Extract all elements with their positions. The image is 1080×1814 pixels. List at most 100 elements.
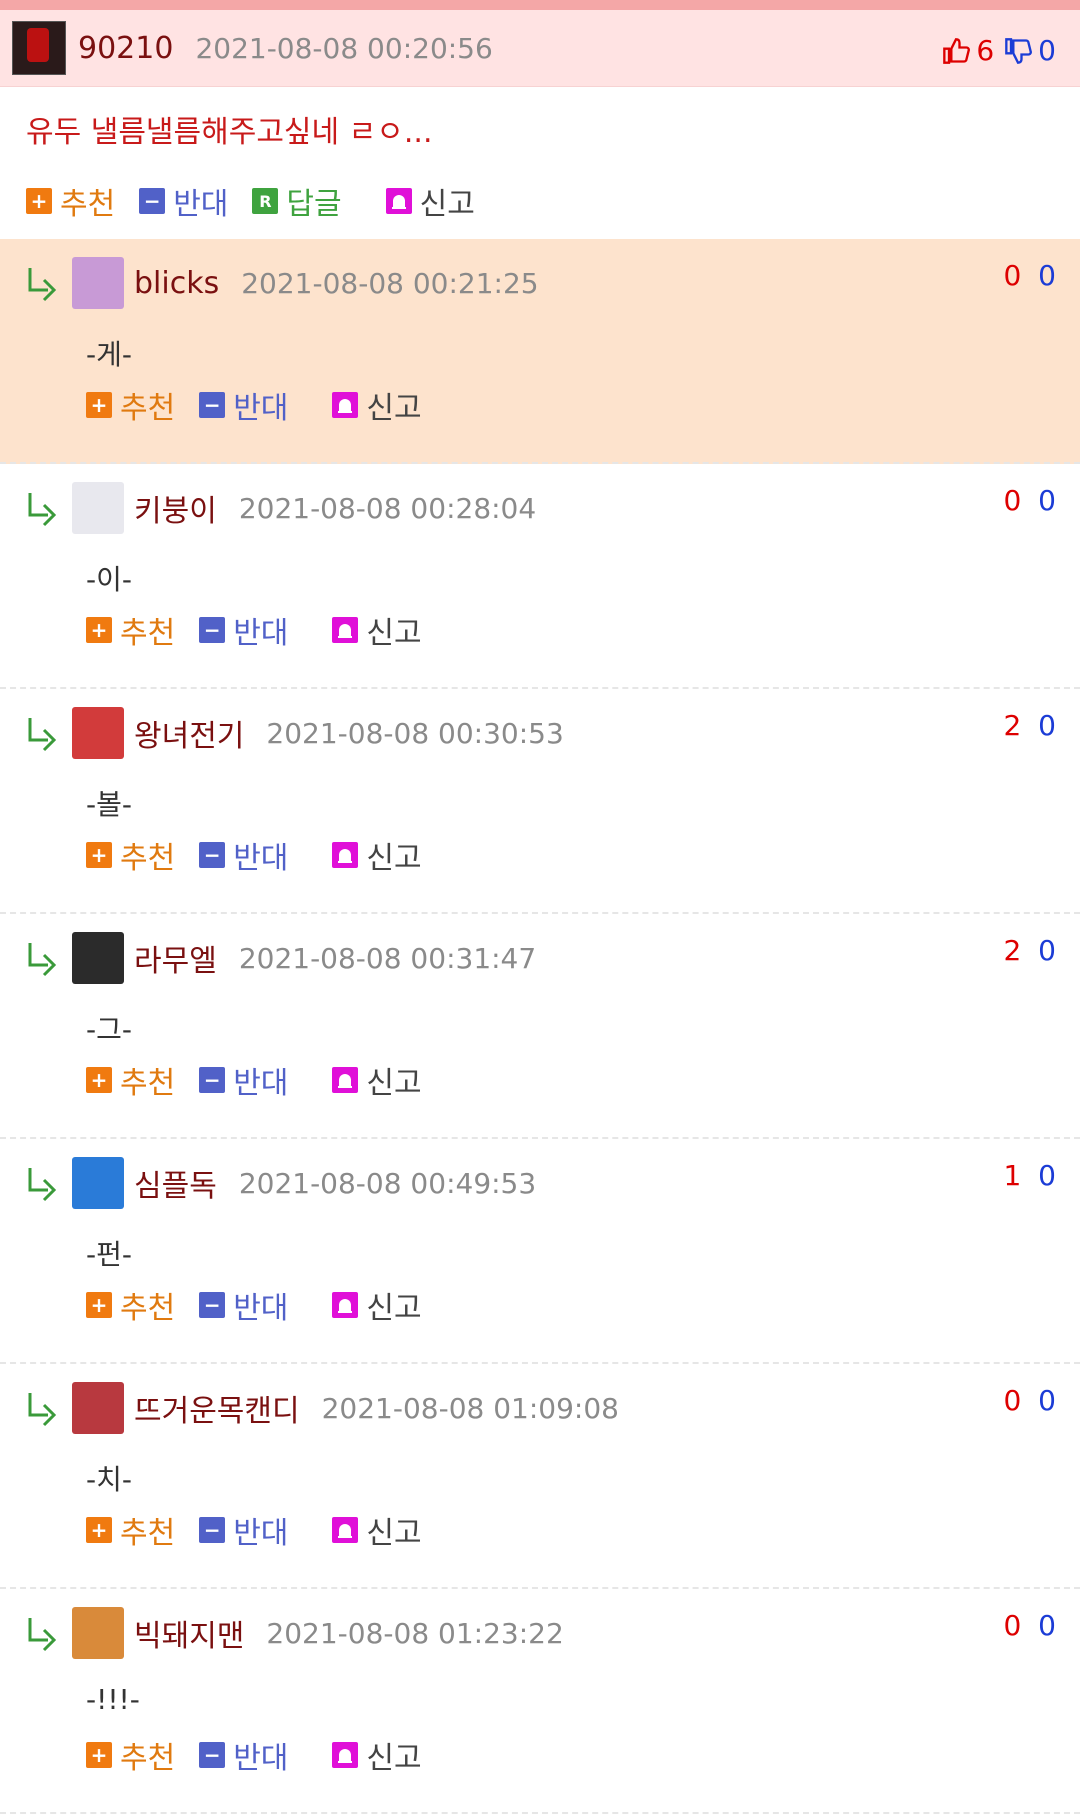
reply-author[interactable]: 키붕이 [134, 486, 217, 530]
oppose-button[interactable]: − 반대 [199, 1058, 288, 1102]
report-button[interactable]: 신고 [332, 833, 422, 877]
reply-timestamp: 2021-08-08 00:49:53 [238, 1166, 537, 1200]
report-label: 신고 [366, 1741, 422, 1776]
reply-item: 뜨거운목캔디 2021-08-08 01:09:08 0 0 -치- + 추천 … [0, 1364, 1080, 1589]
report-button[interactable]: 신고 [332, 1733, 422, 1777]
reply-up-count: 0 [1003, 259, 1022, 292]
reply-votes: 0 0 [1003, 1609, 1056, 1642]
reply-author[interactable]: 빅돼지맨 [134, 1611, 244, 1655]
reply-button[interactable]: R 답글 [252, 179, 342, 223]
reply-timestamp: 2021-08-08 00:31:47 [238, 941, 537, 975]
reply-author[interactable]: blicks [134, 266, 219, 301]
oppose-button[interactable]: − 반대 [199, 833, 288, 877]
oppose-button[interactable]: − 반대 [199, 383, 288, 427]
oppose-button[interactable]: − 반대 [199, 1508, 288, 1552]
report-button[interactable]: 신고 [332, 383, 422, 427]
oppose-button[interactable]: − 반대 [199, 608, 288, 652]
reply-item: 심플독 2021-08-08 00:49:53 1 0 -펀- + 추천 − 반… [0, 1139, 1080, 1364]
oppose-label: 반대 [233, 616, 289, 651]
reply-author[interactable]: 뜨거운목캔디 [134, 1386, 300, 1430]
avatar[interactable] [72, 257, 124, 309]
reply-arrow-icon [28, 718, 57, 752]
reply-down-count: 0 [1038, 934, 1056, 967]
reply-actions: + 추천 − 반대 신고 [0, 821, 1080, 877]
reply-votes: 2 0 [1003, 934, 1056, 967]
reply-timestamp: 2021-08-08 00:28:04 [238, 491, 537, 525]
reply-down-count: 0 [1038, 259, 1056, 292]
reply-text: -펀- [86, 1238, 132, 1271]
thumbs-down-icon[interactable] [1004, 37, 1033, 65]
oppose-label: 반대 [173, 187, 229, 222]
reply-label: 답글 [286, 187, 342, 222]
thumbs-up-icon[interactable] [942, 37, 971, 65]
reply-text: -치- [86, 1463, 132, 1496]
avatar[interactable] [72, 932, 124, 984]
avatar[interactable] [72, 1607, 124, 1659]
recommend-button[interactable]: + 추천 [86, 1508, 175, 1552]
avatar[interactable] [72, 1382, 124, 1434]
avatar[interactable] [12, 21, 66, 75]
report-label: 신고 [419, 187, 475, 222]
recommend-button[interactable]: + 추천 [26, 179, 115, 223]
reply-up-count: 0 [1003, 484, 1022, 517]
recommend-button[interactable]: + 추천 [86, 608, 175, 652]
minus-icon: − [199, 1742, 226, 1768]
report-label: 신고 [366, 616, 422, 651]
minus-icon: − [199, 1517, 226, 1543]
minus-icon: − [199, 842, 226, 868]
recommend-button[interactable]: + 추천 [86, 1733, 175, 1777]
reply-timestamp: 2021-08-08 00:21:25 [241, 266, 539, 300]
report-button[interactable]: 신고 [332, 1058, 422, 1102]
reply-text: -이- [86, 563, 132, 596]
reply-down-count: 0 [1038, 1159, 1056, 1192]
recommend-label: 추천 [60, 187, 116, 222]
reply-item: blicks 2021-08-08 00:21:25 0 0 -게- + 추천 … [0, 239, 1080, 464]
siren-icon [332, 392, 359, 418]
report-label: 신고 [366, 841, 422, 876]
minus-icon: − [139, 188, 166, 214]
report-button[interactable]: 신고 [385, 179, 475, 223]
reply-author[interactable]: 심플독 [134, 1161, 217, 1205]
report-label: 신고 [366, 1516, 422, 1551]
reply-icon: R [252, 188, 279, 214]
reply-votes: 1 0 [1003, 1159, 1056, 1192]
reply-arrow-icon [28, 268, 57, 302]
reply-actions: + 추천 − 반대 신고 [0, 1721, 1080, 1777]
report-label: 신고 [366, 391, 422, 426]
siren-icon [332, 842, 359, 868]
recommend-label: 추천 [120, 391, 176, 426]
oppose-button[interactable]: − 반대 [199, 1733, 288, 1777]
reply-votes: 0 0 [1003, 259, 1056, 292]
oppose-label: 반대 [233, 1741, 289, 1776]
oppose-label: 반대 [233, 1516, 289, 1551]
reply-text: -!!!- [86, 1683, 140, 1716]
avatar[interactable] [72, 707, 124, 759]
recommend-button[interactable]: + 추천 [86, 1058, 175, 1102]
recommend-button[interactable]: + 추천 [86, 833, 175, 877]
report-button[interactable]: 신고 [332, 1508, 422, 1552]
reply-author[interactable]: 라무엘 [134, 936, 217, 980]
recommend-label: 추천 [120, 1516, 176, 1551]
oppose-button[interactable]: − 반대 [199, 1283, 288, 1327]
recommend-button[interactable]: + 추천 [86, 383, 175, 427]
reply-author[interactable]: 왕녀전기 [134, 711, 244, 755]
report-button[interactable]: 신고 [332, 608, 422, 652]
recommend-label: 추천 [120, 841, 176, 876]
reply-arrow-icon [28, 1393, 57, 1427]
avatar[interactable] [72, 482, 124, 534]
recommend-label: 추천 [120, 1066, 176, 1101]
report-label: 신고 [366, 1291, 422, 1326]
plus-icon: + [86, 1517, 112, 1543]
recommend-button[interactable]: + 추천 [86, 1283, 175, 1327]
comment-author[interactable]: 90210 [78, 31, 173, 66]
oppose-button[interactable]: − 반대 [139, 179, 228, 223]
reply-actions: + 추천 − 반대 신고 [0, 1046, 1080, 1102]
reply-up-count: 2 [1003, 934, 1022, 967]
siren-icon [332, 1067, 359, 1093]
reply-item: 빅돼지맨 2021-08-08 01:23:22 0 0 -!!!- + 추천 … [0, 1589, 1080, 1814]
report-button[interactable]: 신고 [332, 1283, 422, 1327]
avatar[interactable] [72, 1157, 124, 1209]
plus-icon: + [86, 842, 112, 868]
reply-text: -그- [86, 1013, 132, 1046]
reply-item: 라무엘 2021-08-08 00:31:47 2 0 -그- + 추천 − 반… [0, 914, 1080, 1139]
